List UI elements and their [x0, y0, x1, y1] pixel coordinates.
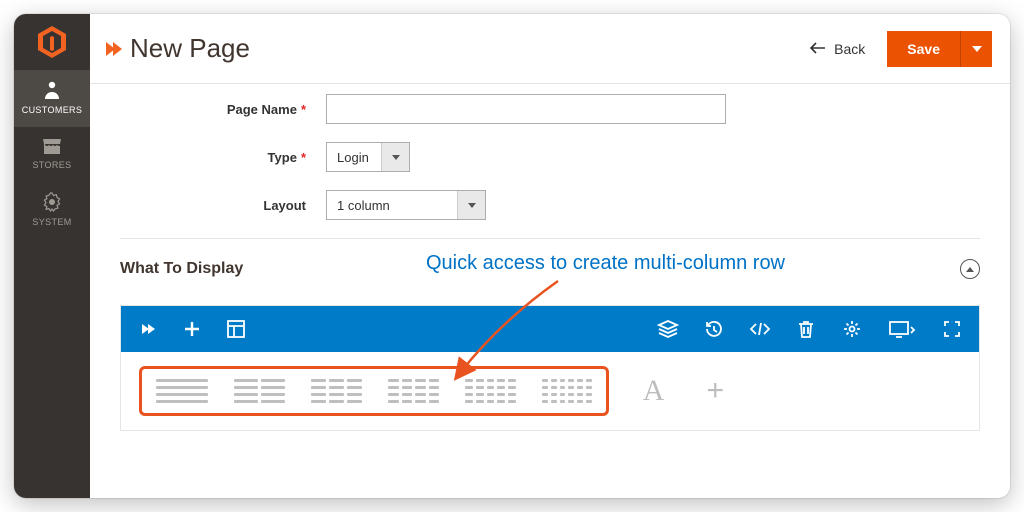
layout-select[interactable]: 1 column	[326, 190, 486, 220]
layout-button[interactable]	[223, 316, 249, 342]
back-button[interactable]: Back	[800, 35, 875, 63]
page-form: Page Name* Type* Login Layout 1 column	[90, 84, 1010, 239]
breadcrumb-chevrons-icon	[106, 42, 120, 56]
layout-3col-button[interactable]	[311, 379, 362, 403]
arrow-left-icon	[810, 41, 826, 57]
viewport-icon[interactable]	[885, 316, 919, 342]
chevron-down-icon	[381, 143, 409, 171]
save-button-group: Save	[887, 31, 992, 67]
gear-icon	[16, 192, 88, 212]
admin-sidebar: CUSTOMERS STORES SYSTEM	[14, 14, 90, 498]
code-icon[interactable]	[747, 316, 773, 342]
layout-label: Layout	[120, 198, 326, 213]
type-select[interactable]: Login	[326, 142, 410, 172]
section-title: What To Display	[120, 260, 243, 278]
back-label: Back	[834, 41, 865, 57]
layout-2col-button[interactable]	[234, 379, 285, 403]
insert-element-button[interactable]: +	[706, 374, 724, 408]
save-dropdown-toggle[interactable]	[960, 31, 992, 67]
trash-icon[interactable]	[793, 316, 819, 342]
fullscreen-icon[interactable]	[939, 316, 965, 342]
sidebar-item-stores[interactable]: STORES	[14, 127, 90, 182]
editor-logo-icon	[135, 316, 161, 342]
history-icon[interactable]	[701, 316, 727, 342]
type-label: Type*	[120, 150, 326, 165]
sidebar-item-label: SYSTEM	[16, 217, 88, 227]
layout-select-value: 1 column	[327, 191, 457, 219]
editor-toolbar	[121, 306, 979, 352]
insert-text-button[interactable]: A	[643, 374, 665, 408]
settings-icon[interactable]	[839, 316, 865, 342]
layers-icon[interactable]	[655, 316, 681, 342]
store-icon	[16, 137, 88, 155]
layout-6col-button[interactable]	[542, 379, 592, 403]
save-button[interactable]: Save	[887, 31, 960, 67]
page-name-label: Page Name*	[120, 102, 326, 117]
person-icon	[16, 80, 88, 100]
page-title: New Page	[130, 33, 250, 64]
chevron-down-icon	[457, 191, 485, 219]
layout-1col-button[interactable]	[156, 379, 208, 403]
type-select-value: Login	[327, 143, 381, 171]
page-name-input[interactable]	[326, 94, 726, 124]
annotation-highlight-box	[139, 366, 609, 416]
add-element-button[interactable]	[179, 316, 205, 342]
sidebar-item-system[interactable]: SYSTEM	[14, 182, 90, 239]
collapse-toggle[interactable]	[960, 259, 980, 279]
layout-5col-button[interactable]	[465, 379, 516, 403]
content-editor: A +	[120, 305, 980, 431]
sidebar-item-label: CUSTOMERS	[16, 105, 88, 115]
layout-presets-row: A +	[121, 352, 979, 430]
section-header: What To Display	[90, 239, 1010, 287]
magento-logo	[14, 14, 90, 70]
page-header: New Page Back Save	[90, 14, 1010, 84]
sidebar-item-label: STORES	[16, 160, 88, 170]
sidebar-item-customers[interactable]: CUSTOMERS	[14, 70, 90, 127]
layout-4col-button[interactable]	[388, 379, 439, 403]
